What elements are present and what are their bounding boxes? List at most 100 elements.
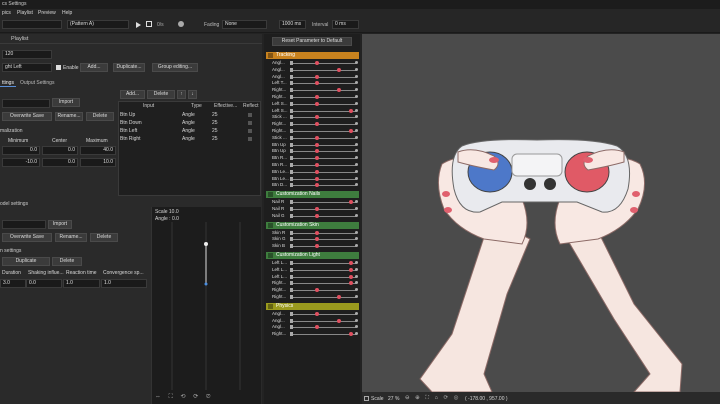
param-category[interactable]: Customization Nails bbox=[266, 191, 359, 199]
record-icon[interactable] bbox=[178, 21, 184, 27]
param-row[interactable]: Stick ... bbox=[266, 114, 359, 120]
pattern-select[interactable]: (Pattern A) bbox=[67, 20, 129, 29]
param-row[interactable]: Nail R bbox=[266, 199, 359, 205]
slider-track[interactable] bbox=[290, 215, 356, 217]
slider-track[interactable] bbox=[290, 90, 356, 92]
zoom-tools[interactable]: ⊖ ⊕ ⛶ ⌂ ⟳ ◎ bbox=[405, 395, 460, 402]
slider-track[interactable] bbox=[290, 246, 356, 248]
slider-knob[interactable] bbox=[336, 318, 341, 323]
param-row[interactable]: Angl... bbox=[266, 324, 359, 330]
slider-track[interactable] bbox=[290, 117, 356, 119]
tab-settings[interactable]: ttings bbox=[0, 80, 16, 87]
enable-checkbox[interactable] bbox=[56, 65, 61, 70]
slider-knob[interactable] bbox=[348, 108, 353, 113]
duration-value[interactable]: 3.0 bbox=[0, 279, 26, 288]
slider-knob[interactable] bbox=[348, 267, 353, 272]
param-row[interactable]: Angl... bbox=[266, 74, 359, 80]
model-rename-button[interactable]: Rename... bbox=[55, 233, 87, 242]
param-row[interactable]: Btn Up bbox=[266, 142, 359, 148]
menu-item-pics[interactable]: pics bbox=[2, 10, 11, 16]
param-row[interactable]: Right... bbox=[266, 287, 359, 293]
slider-knob[interactable] bbox=[336, 88, 341, 93]
minimum-field-2[interactable]: -10.0 bbox=[2, 158, 40, 167]
overwrite-save-button[interactable]: Overwrite Save bbox=[2, 112, 52, 121]
param-row[interactable]: Angl... bbox=[266, 311, 359, 317]
slider-track[interactable] bbox=[290, 124, 356, 126]
param-row[interactable]: Right... bbox=[266, 87, 359, 93]
slider-track[interactable] bbox=[290, 276, 356, 278]
param-row[interactable]: Skin B bbox=[266, 243, 359, 249]
slider-track[interactable] bbox=[290, 69, 356, 71]
param-row[interactable]: Skin G bbox=[266, 236, 359, 242]
slider-knob[interactable] bbox=[314, 213, 319, 218]
slider-track[interactable] bbox=[290, 144, 356, 146]
playlist-add-button[interactable]: Add... bbox=[80, 63, 108, 72]
slider-knob[interactable] bbox=[314, 81, 319, 86]
slider-knob[interactable] bbox=[314, 163, 319, 167]
slider-knob[interactable] bbox=[336, 67, 341, 72]
slider-knob[interactable] bbox=[314, 61, 319, 65]
graph-canvas[interactable] bbox=[152, 222, 260, 390]
param-row[interactable]: Right... bbox=[266, 280, 359, 286]
maximum-field[interactable]: 40.0 bbox=[80, 146, 116, 155]
slider-track[interactable] bbox=[290, 178, 356, 180]
slider-knob[interactable] bbox=[336, 295, 341, 299]
slider-track[interactable] bbox=[290, 290, 356, 292]
slider-knob[interactable] bbox=[348, 332, 353, 337]
slider-knob[interactable] bbox=[348, 200, 353, 205]
input-delete-button[interactable]: Delete bbox=[147, 90, 175, 99]
param-row[interactable]: Skin R bbox=[266, 230, 359, 236]
slider-track[interactable] bbox=[290, 97, 356, 98]
param-row[interactable]: Stick ... bbox=[266, 135, 359, 141]
model-import-button[interactable]: Import bbox=[48, 220, 72, 229]
delete-button[interactable]: Delete bbox=[86, 112, 114, 121]
move-up-button[interactable]: ↑ bbox=[177, 90, 186, 99]
slider-track[interactable] bbox=[290, 269, 356, 271]
slider-knob[interactable] bbox=[314, 142, 319, 147]
param-row[interactable]: Right... bbox=[266, 94, 359, 100]
slider-track[interactable] bbox=[290, 327, 356, 329]
param-row[interactable]: Left L... bbox=[266, 260, 359, 266]
slider-track[interactable] bbox=[290, 103, 356, 105]
play-icon[interactable] bbox=[136, 22, 141, 28]
model-preset-select[interactable] bbox=[2, 220, 46, 229]
menu-item-preview[interactable]: Preview bbox=[38, 10, 56, 16]
move-down-button[interactable]: ↓ bbox=[188, 90, 197, 99]
slider-track[interactable] bbox=[290, 239, 356, 241]
param-row[interactable]: Left L... bbox=[266, 274, 359, 280]
scale-checkbox[interactable] bbox=[364, 396, 369, 401]
param-row[interactable]: Left L... bbox=[266, 267, 359, 273]
slider-knob[interactable] bbox=[348, 274, 353, 279]
table-row[interactable]: Btn Left Angle 25 bbox=[120, 128, 260, 135]
convergence-value[interactable]: 1.0 bbox=[101, 279, 147, 288]
param-row[interactable]: Btn Le... bbox=[266, 176, 359, 182]
param-category[interactable]: Physics bbox=[266, 302, 359, 310]
slider-knob[interactable] bbox=[314, 149, 319, 154]
param-row[interactable]: Btn R... bbox=[266, 162, 359, 168]
slider-track[interactable] bbox=[290, 185, 356, 187]
playlist-select[interactable]: 120 bbox=[2, 50, 52, 59]
param-category[interactable]: Customization Light bbox=[266, 252, 359, 259]
param-row[interactable]: Left T... bbox=[266, 80, 359, 86]
playlist-duplicate-button[interactable]: Duplicate... bbox=[113, 63, 145, 72]
stop-icon[interactable] bbox=[146, 21, 152, 27]
preset-select[interactable] bbox=[2, 99, 50, 108]
slider-knob[interactable] bbox=[314, 230, 319, 235]
slider-knob[interactable] bbox=[314, 135, 319, 140]
center-field-2[interactable]: 0.0 bbox=[42, 158, 78, 167]
fading-select[interactable]: None bbox=[222, 20, 267, 29]
shaking-value[interactable]: 0.0 bbox=[26, 279, 62, 288]
table-row[interactable]: Btn Down Angle 25 bbox=[120, 120, 260, 127]
slider-knob[interactable] bbox=[314, 244, 319, 249]
minimum-field[interactable]: 0.0 bbox=[2, 146, 40, 155]
model-overwrite-button[interactable]: Overwrite Save bbox=[2, 233, 52, 242]
slider-track[interactable] bbox=[290, 232, 356, 234]
import-button[interactable]: Import bbox=[52, 98, 80, 107]
slider-track[interactable] bbox=[290, 297, 356, 298]
interval-field[interactable]: 0 ms bbox=[332, 20, 359, 29]
slider-knob[interactable] bbox=[314, 122, 319, 127]
model-delete-button[interactable]: Delete bbox=[90, 233, 118, 242]
param-row[interactable]: Left S... bbox=[266, 101, 359, 107]
slider-knob[interactable] bbox=[348, 129, 353, 133]
slider-track[interactable] bbox=[290, 158, 356, 160]
